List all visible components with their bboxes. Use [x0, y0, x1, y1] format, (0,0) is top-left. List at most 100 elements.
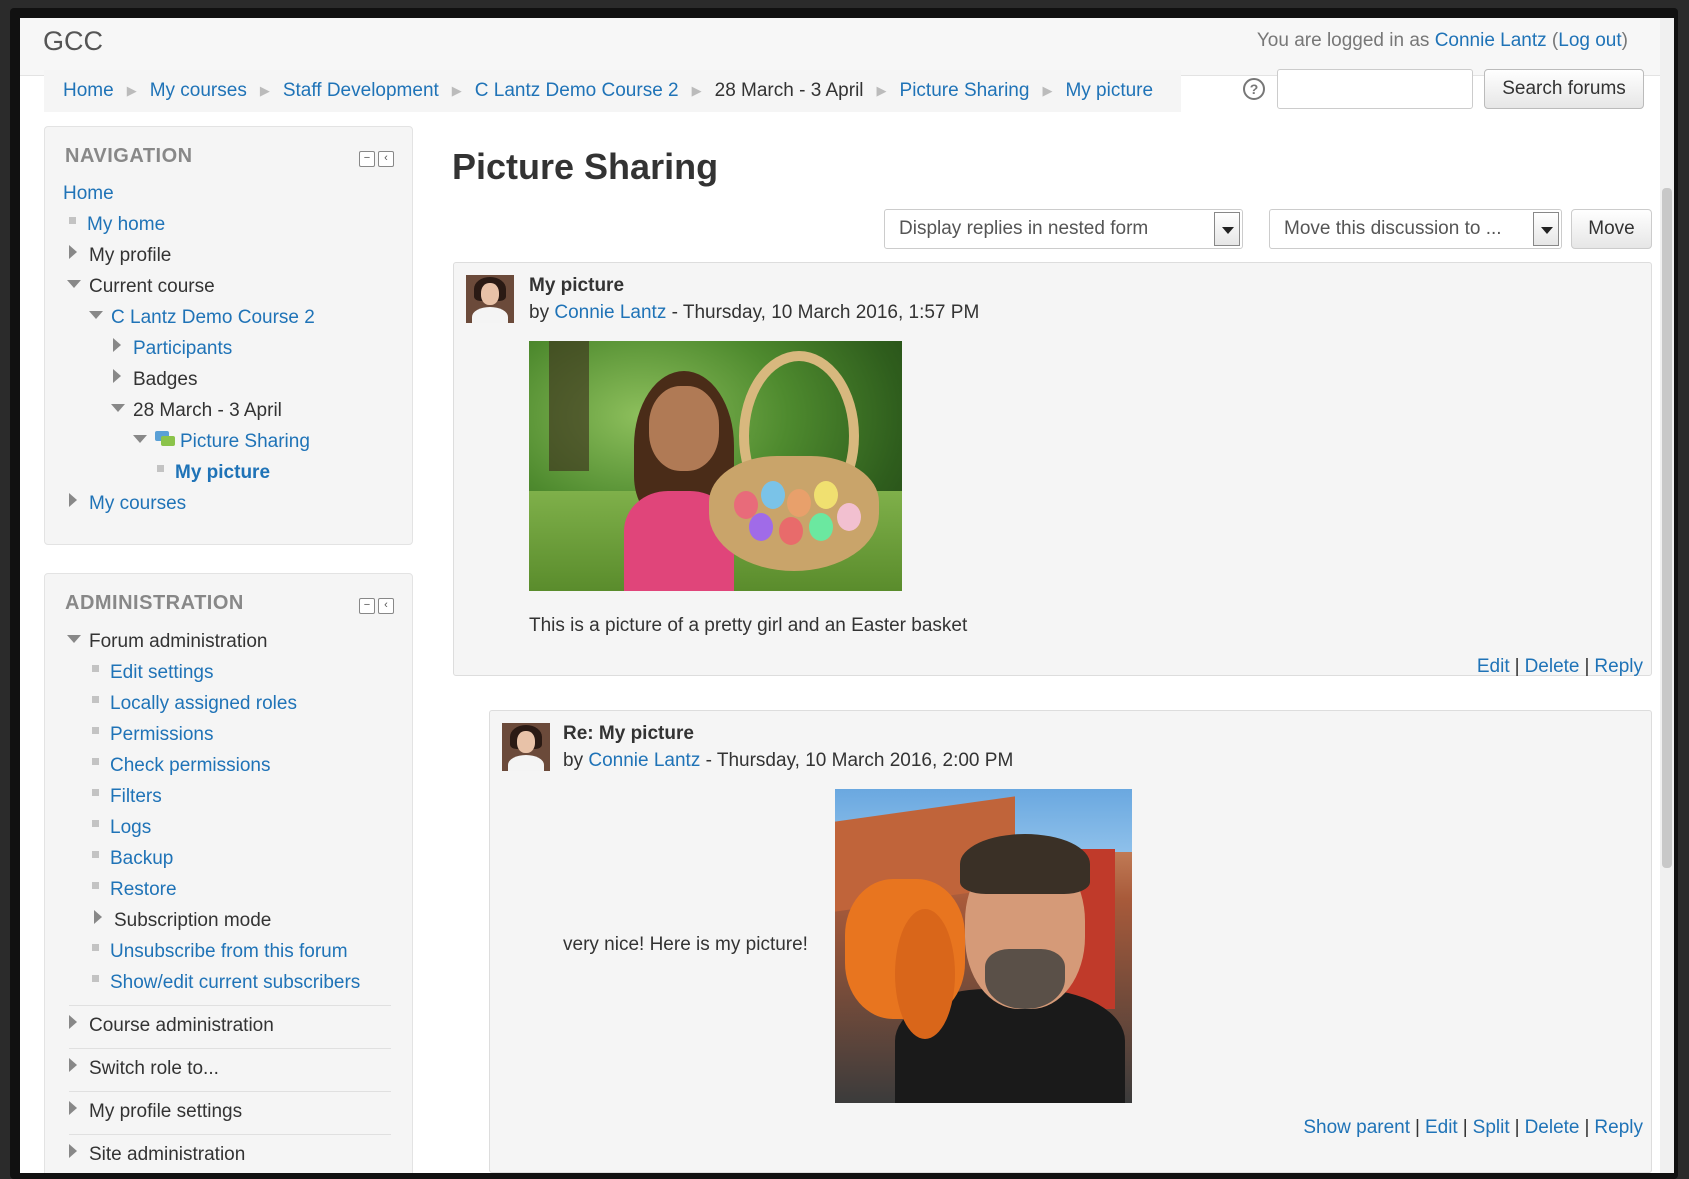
scrollbar-thumb[interactable]	[1662, 188, 1672, 868]
expand-arrow-icon[interactable]	[69, 1101, 77, 1115]
admin-item-permissions[interactable]: Permissions	[92, 723, 213, 747]
admin-item-filters[interactable]: Filters	[92, 785, 162, 809]
admin-item-forum-admin[interactable]: Forum administration	[67, 630, 267, 654]
admin-item-backup[interactable]: Backup	[92, 847, 173, 871]
collapse-arrow-icon[interactable]	[67, 635, 81, 643]
expand-arrow-icon[interactable]	[113, 369, 121, 383]
admin-item-profile-settings[interactable]: My profile settings	[69, 1100, 242, 1124]
chevron-down-icon[interactable]	[1533, 212, 1559, 246]
nav-item-my-profile[interactable]: My profile	[69, 244, 171, 268]
admin-permissions-link[interactable]: Permissions	[110, 724, 213, 745]
move-discussion-select[interactable]: Move this discussion to ...	[1269, 209, 1562, 249]
admin-backup-link[interactable]: Backup	[110, 848, 173, 869]
nav-home-link[interactable]: Home	[63, 183, 114, 204]
nav-current-course-label[interactable]: Current course	[89, 276, 215, 297]
avatar[interactable]	[502, 723, 550, 771]
admin-switch-role-label[interactable]: Switch role to...	[89, 1058, 219, 1079]
admin-local-roles-link[interactable]: Locally assigned roles	[110, 693, 297, 714]
admin-item-local-roles[interactable]: Locally assigned roles	[92, 692, 297, 716]
breadcrumb-forum[interactable]: Picture Sharing	[900, 80, 1030, 102]
admin-filters-link[interactable]: Filters	[110, 786, 162, 807]
breadcrumb-my-courses[interactable]: My courses	[150, 80, 247, 102]
breadcrumb-staff-development[interactable]: Staff Development	[283, 80, 439, 102]
admin-subscribers-link[interactable]: Show/edit current subscribers	[110, 972, 360, 993]
breadcrumb-course[interactable]: C Lantz Demo Course 2	[475, 80, 679, 102]
expand-arrow-icon[interactable]	[69, 1015, 77, 1029]
admin-edit-settings-link[interactable]: Edit settings	[110, 662, 214, 683]
site-name[interactable]: GCC	[43, 26, 103, 57]
admin-logs-link[interactable]: Logs	[110, 817, 151, 838]
admin-profile-settings-label[interactable]: My profile settings	[89, 1101, 242, 1122]
search-forums-input[interactable]	[1277, 69, 1473, 109]
reply-link[interactable]: Reply	[1594, 656, 1643, 677]
admin-forum-admin-label[interactable]: Forum administration	[89, 631, 267, 652]
admin-item-course-admin[interactable]: Course administration	[69, 1014, 274, 1038]
admin-site-admin-label[interactable]: Site administration	[89, 1144, 245, 1165]
admin-item-switch-role[interactable]: Switch role to...	[69, 1057, 219, 1081]
nav-item-course[interactable]: C Lantz Demo Course 2	[89, 306, 315, 330]
collapse-block-icon[interactable]: −	[359, 151, 375, 167]
nav-my-home-link[interactable]: My home	[87, 214, 165, 235]
vertical-scrollbar[interactable]	[1660, 18, 1674, 1173]
delete-link[interactable]: Delete	[1525, 656, 1580, 677]
admin-course-admin-label[interactable]: Course administration	[89, 1015, 274, 1036]
nav-item-participants[interactable]: Participants	[113, 337, 232, 361]
nav-item-current-course[interactable]: Current course	[67, 275, 215, 299]
nav-badges-label[interactable]: Badges	[133, 369, 197, 390]
breadcrumb-discussion[interactable]: My picture	[1065, 80, 1153, 102]
dock-block-icon[interactable]: ‹	[378, 151, 394, 167]
nav-item-week[interactable]: 28 March - 3 April	[111, 399, 282, 423]
split-link[interactable]: Split	[1473, 1117, 1510, 1138]
admin-restore-link[interactable]: Restore	[110, 879, 177, 900]
collapse-arrow-icon[interactable]	[133, 435, 147, 443]
admin-subscription-mode-label[interactable]: Subscription mode	[114, 910, 271, 931]
admin-item-check-permissions[interactable]: Check permissions	[92, 754, 271, 778]
collapse-arrow-icon[interactable]	[89, 311, 103, 319]
chevron-down-icon[interactable]	[1214, 212, 1240, 246]
admin-item-unsubscribe[interactable]: Unsubscribe from this forum	[92, 940, 348, 964]
nav-item-badges[interactable]: Badges	[113, 368, 197, 392]
nav-week-label[interactable]: 28 March - 3 April	[133, 400, 282, 421]
user-name-link[interactable]: Connie Lantz	[1435, 30, 1547, 51]
expand-arrow-icon[interactable]	[69, 245, 77, 259]
nav-my-courses-link[interactable]: My courses	[89, 493, 186, 514]
admin-item-logs[interactable]: Logs	[92, 816, 151, 840]
admin-item-restore[interactable]: Restore	[92, 878, 177, 902]
admin-item-edit-settings[interactable]: Edit settings	[92, 661, 214, 685]
nav-my-profile-label[interactable]: My profile	[89, 245, 171, 266]
avatar[interactable]	[466, 275, 514, 323]
expand-arrow-icon[interactable]	[94, 910, 102, 924]
admin-item-subscribers[interactable]: Show/edit current subscribers	[92, 971, 360, 995]
edit-link[interactable]: Edit	[1477, 656, 1510, 677]
expand-arrow-icon[interactable]	[69, 493, 77, 507]
post-author-link[interactable]: Connie Lantz	[554, 302, 666, 323]
nav-item-forum[interactable]: Picture Sharing	[133, 430, 310, 454]
collapse-arrow-icon[interactable]	[111, 404, 125, 412]
admin-item-subscription-mode[interactable]: Subscription mode	[94, 909, 271, 933]
nav-participants-link[interactable]: Participants	[133, 338, 232, 359]
nav-forum-link[interactable]: Picture Sharing	[180, 431, 310, 452]
collapse-arrow-icon[interactable]	[67, 280, 81, 288]
delete-link[interactable]: Delete	[1525, 1117, 1580, 1138]
show-parent-link[interactable]: Show parent	[1303, 1117, 1410, 1138]
search-forums-button[interactable]: Search forums	[1484, 69, 1644, 109]
collapse-block-icon[interactable]: −	[359, 598, 375, 614]
admin-check-permissions-link[interactable]: Check permissions	[110, 755, 271, 776]
nav-discussion-link[interactable]: My picture	[175, 462, 270, 483]
admin-item-site-admin[interactable]: Site administration	[69, 1143, 245, 1167]
nav-course-link[interactable]: C Lantz Demo Course 2	[111, 307, 315, 328]
display-mode-select[interactable]: Display replies in nested form	[884, 209, 1243, 249]
expand-arrow-icon[interactable]	[113, 338, 121, 352]
expand-arrow-icon[interactable]	[69, 1144, 77, 1158]
reply-link[interactable]: Reply	[1594, 1117, 1643, 1138]
edit-link[interactable]: Edit	[1425, 1117, 1458, 1138]
move-button[interactable]: Move	[1571, 209, 1652, 249]
dock-block-icon[interactable]: ‹	[378, 598, 394, 614]
breadcrumb-home[interactable]: Home	[63, 80, 114, 102]
nav-item-home[interactable]: Home	[63, 182, 114, 206]
nav-item-my-courses[interactable]: My courses	[69, 492, 186, 516]
expand-arrow-icon[interactable]	[69, 1058, 77, 1072]
nav-item-discussion[interactable]: My picture	[157, 461, 270, 485]
post-author-link[interactable]: Connie Lantz	[588, 750, 700, 771]
nav-item-my-home[interactable]: My home	[69, 213, 165, 237]
